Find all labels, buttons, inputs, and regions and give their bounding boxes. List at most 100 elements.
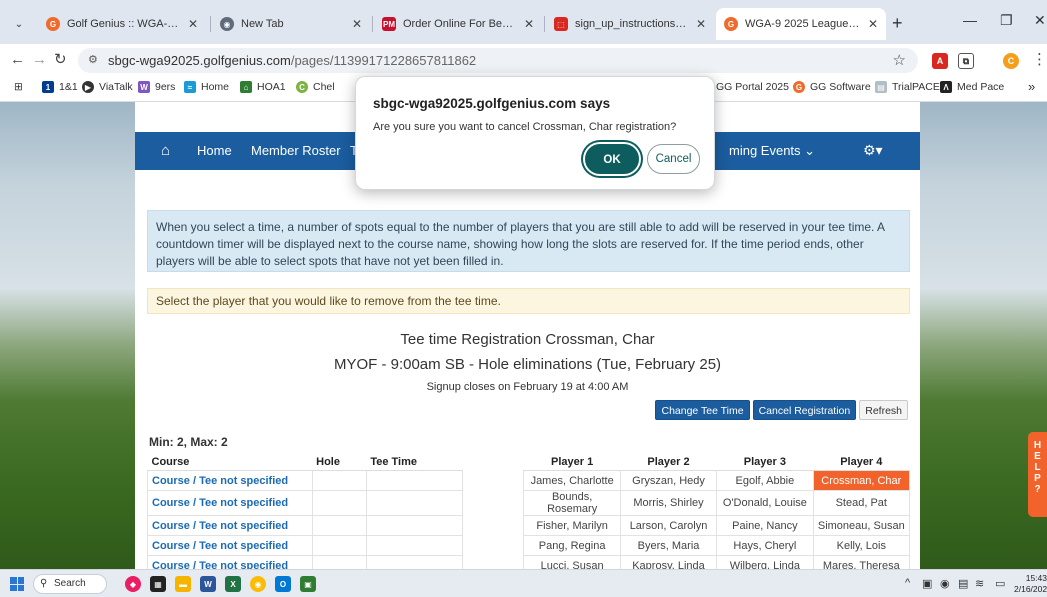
player-cell[interactable]: Bounds, Rosemary (523, 490, 621, 516)
bookmarks-overflow-icon[interactable]: » (1028, 79, 1035, 94)
cancel-registration-button[interactable]: Cancel Registration (752, 400, 857, 420)
taskbar-search[interactable]: ⚲ Search (33, 574, 107, 594)
bookmark-star-icon[interactable]: ☆ (893, 51, 906, 69)
player-cell[interactable]: Hays, Cheryl (716, 535, 814, 556)
bookmark-home[interactable]: ≈ Home (184, 81, 229, 93)
file-explorer-icon[interactable]: ▬ (175, 576, 191, 592)
dialog-cancel-button[interactable]: Cancel (647, 144, 700, 174)
home-bookmark-icon: ≈ (184, 81, 196, 93)
bookmark-trialpace[interactable]: ▤ TrialPACE (875, 81, 940, 93)
back-arrow-icon[interactable]: ← (10, 52, 25, 68)
player-cell[interactable]: Lucci, Susan (523, 555, 621, 569)
nav-member-roster[interactable]: Member Roster (251, 143, 341, 158)
player-cell[interactable]: Fisher, Marilyn (523, 515, 621, 536)
course-link[interactable]: Course / Tee not specified (147, 470, 313, 491)
site-info-icon[interactable]: ⚙ (88, 53, 98, 66)
close-tab-icon[interactable]: ✕ (524, 17, 534, 31)
reload-icon[interactable]: ↻ (54, 52, 67, 68)
chrome-icon[interactable]: ◉ (250, 576, 266, 592)
player-cell[interactable]: O'Donald, Louise (716, 490, 814, 516)
tab-golf-genius[interactable]: G Golf Genius :: WGA-9 2025 ✕ (38, 8, 206, 40)
player-cell[interactable]: Simoneau, Susan (812, 515, 911, 536)
chrome-favicon-icon: ◉ (220, 17, 234, 31)
course-link[interactable]: Course / Tee not specified (147, 535, 313, 556)
player-cell[interactable]: Kaprosy, Linda (619, 555, 718, 569)
course-link[interactable]: Course / Tee not specified (147, 555, 313, 569)
player-cell[interactable]: Wilberg, Linda (716, 555, 814, 569)
trialpace-icon: ▤ (875, 81, 887, 93)
bookmark-med-pace[interactable]: Λ Med Pace (940, 81, 1004, 93)
tray-overflow-icon[interactable]: ^ (905, 577, 910, 589)
player-cell[interactable]: Egolf, Abbie (716, 470, 814, 491)
minimize-icon[interactable]: — (963, 12, 977, 28)
player-cell[interactable]: Paine, Nancy (716, 515, 814, 536)
tray-app-icon[interactable]: ▤ (958, 577, 968, 590)
bookmark-chel[interactable]: C Chel (296, 81, 335, 93)
nav-home[interactable]: Home (197, 143, 232, 158)
settings-gears-icon[interactable]: ⚙▾ (863, 142, 883, 159)
widgets-icon[interactable]: ▦ (150, 576, 166, 592)
player-cell[interactable]: Byers, Maria (619, 535, 718, 556)
tray-app-icon[interactable]: ▣ (922, 577, 932, 590)
close-window-icon[interactable]: ✕ (1034, 12, 1046, 29)
home-icon[interactable]: ⌂ (161, 142, 170, 159)
new-tab-plus-icon[interactable]: + (892, 14, 903, 32)
bookmark-gg-portal[interactable]: GG Portal 2025 (716, 81, 789, 93)
player-cell[interactable]: Larson, Carolyn (619, 515, 718, 536)
player-cell[interactable]: Stead, Pat (812, 490, 911, 516)
bookmark-9ers[interactable]: W 9ers (138, 81, 175, 93)
dialog-ok-button[interactable]: OK (585, 144, 639, 174)
player-cell[interactable]: Morris, Shirley (619, 490, 718, 516)
bookmark-viatalk[interactable]: ▶ ViaTalk (82, 81, 133, 93)
apps-grid-icon[interactable]: ⊞ (14, 81, 23, 93)
excel-icon[interactable]: X (225, 576, 241, 592)
player-cell-selected[interactable]: Crossman, Char (812, 470, 911, 491)
player-cell[interactable]: James, Charlotte (523, 470, 621, 491)
url-bar[interactable]: ⚙ sbgc-wga92025.golfgenius.com/pages/113… (78, 48, 918, 73)
close-tab-icon[interactable]: ✕ (696, 17, 706, 31)
tab-pizza[interactable]: PM Order Online For Best Pizza ✕ (374, 8, 542, 40)
windows-start-icon[interactable] (10, 577, 24, 591)
bookmark-1and1[interactable]: 1 1&1 (42, 81, 78, 93)
extensions-puzzle-icon[interactable]: ⧉ (958, 53, 974, 69)
bookmark-hoa1[interactable]: ⌂ HOA1 (240, 81, 286, 93)
forward-arrow-icon[interactable]: → (32, 52, 47, 68)
outlook-icon[interactable]: O (275, 576, 291, 592)
tee-time-table: Course Hole Tee Time Player 1 Player 2 P… (147, 454, 911, 569)
bookmark-gg-software[interactable]: G GG Software (793, 81, 871, 93)
1and1-icon: 1 (42, 81, 54, 93)
word-icon[interactable]: W (200, 576, 216, 592)
help-tab[interactable]: H E L P ? (1028, 432, 1047, 517)
course-link[interactable]: Course / Tee not specified (147, 515, 313, 536)
acrobat-extension-icon[interactable]: A (932, 53, 948, 69)
player-cell[interactable]: Pang, Regina (523, 535, 621, 556)
tee-time-cell (365, 515, 464, 536)
battery-icon[interactable]: ▭ (995, 577, 1005, 590)
close-tab-icon[interactable]: ✕ (188, 17, 198, 31)
nav-upcoming-events[interactable]: ming Events ⌄ (729, 143, 815, 159)
profile-avatar[interactable]: C (1003, 53, 1019, 69)
wifi-volume-icon[interactable]: ≋ (975, 577, 984, 590)
table-row: Course / Tee not specified Pang, Regina … (147, 535, 911, 556)
warning-alert: Select the player that you would like to… (147, 288, 910, 314)
player-cell[interactable]: Gryszan, Hedy (619, 470, 718, 491)
tray-app-icon[interactable]: ◉ (940, 577, 950, 590)
player-cell[interactable]: Kelly, Lois (812, 535, 911, 556)
course-link[interactable]: Course / Tee not specified (147, 490, 313, 516)
tab-new-tab[interactable]: ◉ New Tab ✕ (212, 8, 370, 40)
taskbar-clock[interactable]: 15:43 2/16/2025 (1014, 573, 1047, 595)
refresh-button[interactable]: Refresh (859, 400, 908, 420)
copilot-icon[interactable]: ◆ (125, 576, 141, 592)
app-icon[interactable]: ▣ (300, 576, 316, 592)
tab-separator (372, 16, 373, 32)
close-tab-icon[interactable]: ✕ (868, 17, 878, 31)
change-tee-time-button[interactable]: Change Tee Time (655, 400, 750, 420)
tab-search-chevron-icon[interactable]: ⌄ (8, 14, 30, 34)
restore-icon[interactable]: ❐ (1000, 12, 1013, 29)
tab-separator (210, 16, 211, 32)
browser-menu-icon[interactable]: ⋮ (1032, 52, 1047, 68)
tab-wga9-league[interactable]: G WGA-9 2025 League :: Open ✕ (716, 8, 886, 40)
close-tab-icon[interactable]: ✕ (352, 17, 362, 31)
tab-sign-up-pdf[interactable]: ⬚ sign_up_instructions_for_a_t ✕ (546, 8, 714, 40)
player-cell[interactable]: Mares, Theresa (812, 555, 911, 569)
